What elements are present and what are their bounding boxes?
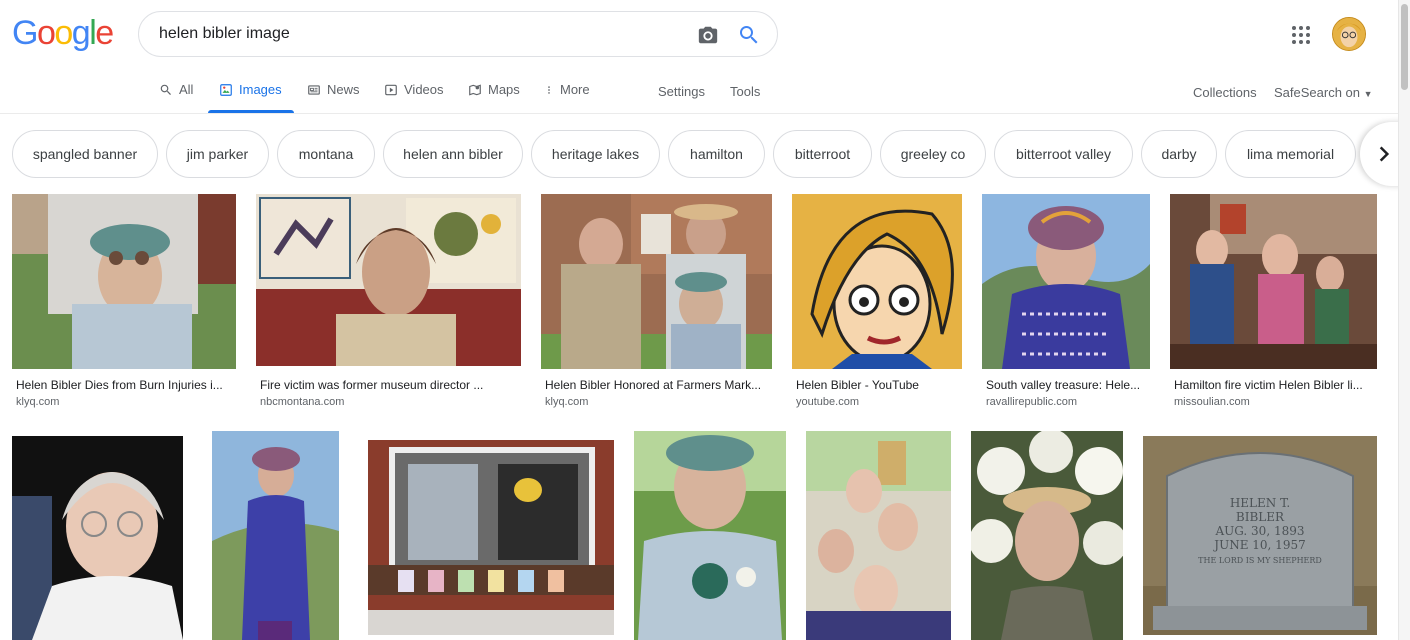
account-avatar[interactable] — [1332, 17, 1366, 51]
result-image[interactable] — [971, 431, 1123, 640]
search-tabs: All Images News Videos Maps More Setting… — [0, 70, 1398, 114]
chip[interactable]: bitterroot valley — [994, 130, 1133, 178]
chevron-right-icon — [1379, 146, 1390, 162]
scrollbar-thumb[interactable] — [1401, 4, 1408, 90]
page-scrollbar[interactable] — [1398, 0, 1410, 640]
result-image[interactable] — [634, 431, 786, 640]
chip[interactable]: heritage lakes — [531, 130, 660, 178]
image-icon — [220, 83, 232, 96]
chip[interactable]: darby — [1141, 130, 1217, 178]
collections-link[interactable]: Collections — [1193, 85, 1257, 100]
gravestone-epitaph: THE LORD IS MY SHEPHERD — [1198, 556, 1322, 565]
result-image[interactable] — [541, 194, 772, 369]
tab-news[interactable]: News — [307, 82, 360, 97]
related-searches-chips: spangled banner jim parker montana helen… — [0, 130, 1398, 178]
tab-all[interactable]: All — [159, 82, 193, 97]
tab-videos[interactable]: Videos — [384, 82, 444, 97]
result-image[interactable] — [806, 431, 951, 640]
tab-maps[interactable]: Maps — [468, 82, 520, 97]
search-icon[interactable] — [737, 23, 761, 47]
result-image[interactable] — [1170, 194, 1377, 369]
result-source: klyq.com — [545, 396, 589, 408]
result-source: klyq.com — [16, 396, 60, 408]
result-caption[interactable]: Fire victim was former museum director .… — [260, 378, 518, 392]
gravestone-surname: BIBLER — [1235, 510, 1285, 524]
settings-link[interactable]: Settings — [658, 84, 705, 99]
chip[interactable]: bitterroot — [773, 130, 872, 178]
result-caption[interactable]: Helen Bibler Honored at Farmers Mark... — [545, 378, 769, 392]
chip[interactable]: montana — [277, 130, 375, 178]
tools-link[interactable]: Tools — [730, 84, 760, 99]
result-image[interactable] — [212, 431, 339, 640]
search-box[interactable]: helen bibler image — [138, 11, 778, 57]
chip[interactable]: spangled banner — [12, 130, 158, 178]
result-source: ravallirepublic.com — [986, 396, 1078, 408]
chip[interactable]: helen ann bibler — [383, 130, 523, 178]
apps-grid-icon[interactable] — [1290, 24, 1312, 46]
result-source: youtube.com — [796, 396, 859, 408]
map-icon — [469, 84, 481, 95]
gravestone-born: AUG. 30, 1893 — [1215, 524, 1305, 538]
result-source: nbcmontana.com — [260, 396, 345, 408]
google-logo[interactable]: Google — [12, 14, 114, 53]
result-image[interactable] — [12, 436, 183, 640]
chip[interactable]: lima memorial — [1225, 130, 1356, 178]
camera-icon[interactable] — [697, 24, 719, 46]
more-vert-icon — [548, 85, 550, 94]
news-icon — [308, 84, 320, 95]
result-image[interactable]: HELEN T. BIBLER AUG. 30, 1893 JUNE 10, 1… — [1143, 436, 1377, 635]
active-tab-indicator — [208, 110, 294, 113]
search-input[interactable]: helen bibler image — [159, 25, 290, 43]
chip[interactable]: greeley co — [880, 130, 986, 178]
result-source: missoulian.com — [1174, 396, 1250, 408]
gravestone-name: HELEN T. — [1229, 496, 1291, 510]
play-icon — [385, 84, 397, 95]
gravestone-died: JUNE 10, 1957 — [1214, 538, 1306, 552]
tab-more[interactable]: More — [544, 82, 590, 97]
result-caption[interactable]: Helen Bibler - YouTube — [796, 378, 960, 392]
chip[interactable]: jim parker — [166, 130, 269, 178]
caret-down-icon: ▼ — [1363, 89, 1373, 99]
result-image[interactable] — [792, 194, 962, 369]
result-caption[interactable]: Helen Bibler Dies from Burn Injuries i..… — [16, 378, 230, 392]
search-icon — [160, 84, 171, 95]
safesearch-dropdown[interactable]: SafeSearch on ▼ — [1274, 85, 1373, 100]
tab-images[interactable]: Images — [219, 82, 282, 97]
result-image[interactable] — [12, 194, 236, 369]
chip[interactable]: hamilton — [668, 130, 765, 178]
result-image[interactable] — [982, 194, 1150, 369]
result-caption[interactable]: Hamilton fire victim Helen Bibler li... — [1174, 378, 1374, 392]
result-caption[interactable]: South valley treasure: Hele... — [986, 378, 1146, 392]
result-image[interactable] — [368, 440, 614, 635]
result-image[interactable] — [256, 194, 521, 366]
